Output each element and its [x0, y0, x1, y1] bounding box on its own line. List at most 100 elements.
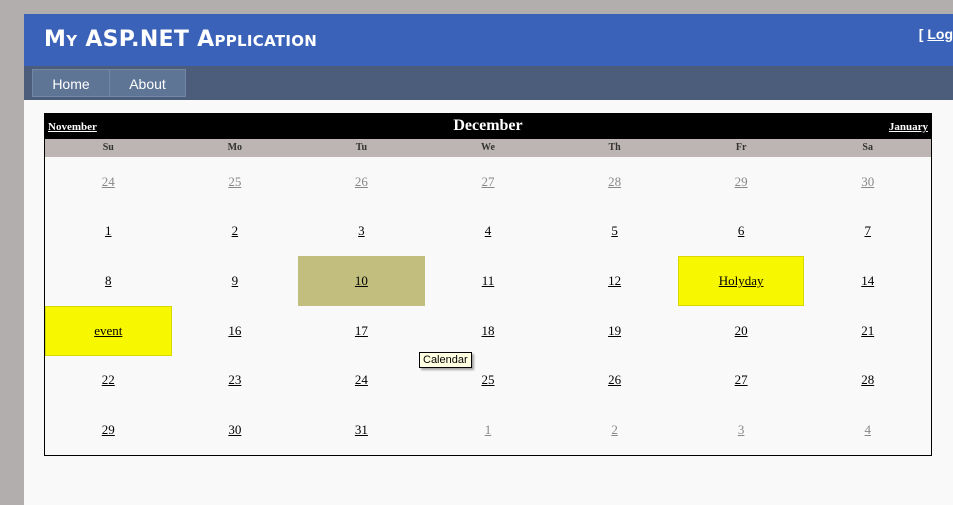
day-link[interactable]: 27 [481, 174, 494, 190]
calendar: November December January Su Mo Tu We Th Fr Sa… [44, 113, 932, 456]
event-day-cell[interactable]: event [45, 306, 172, 356]
day-link[interactable]: 30 [861, 174, 874, 190]
day-link[interactable]: 17 [355, 323, 368, 339]
day-cell[interactable]: 11 [425, 256, 552, 306]
event-day-cell[interactable]: Holyday [677, 256, 805, 306]
day-header: Sa [862, 142, 873, 153]
day-cell[interactable]: 17 [298, 306, 425, 356]
day-link[interactable]: 14 [861, 273, 874, 289]
day-cell[interactable]: 9 [172, 256, 299, 306]
app-title: My ASP.NET Application [44, 27, 318, 52]
day-cell[interactable]: 26 [298, 157, 425, 207]
day-link[interactable]: 1 [105, 223, 112, 239]
day-cell[interactable]: 29 [45, 405, 172, 455]
selected-day-cell[interactable]: 10 [298, 256, 425, 306]
day-link[interactable]: 8 [105, 273, 112, 289]
day-cell[interactable]: 19 [551, 306, 678, 356]
calendar-title-bar: November December January [45, 114, 931, 139]
day-cell[interactable]: 12 [551, 256, 678, 306]
day-link[interactable]: 30 [228, 422, 241, 438]
day-cell[interactable]: 18 [425, 306, 552, 356]
day-link[interactable]: 22 [102, 372, 115, 388]
day-link[interactable]: 25 [228, 174, 241, 190]
day-cell[interactable]: 5 [551, 207, 678, 257]
day-cell[interactable]: 27 [678, 356, 805, 406]
calendar-grid: 24 25 26 27 28 29 30 1 2 3 4 5 6 7 8 9 10 11 12 Holyday 14 ev… [45, 157, 931, 455]
day-cell[interactable]: 1 [425, 405, 552, 455]
day-link[interactable]: 6 [738, 223, 745, 239]
day-cell[interactable]: 28 [551, 157, 678, 207]
day-header: We [481, 142, 495, 153]
day-cell[interactable]: 24 [298, 356, 425, 406]
day-header: Fr [735, 142, 747, 153]
day-cell[interactable]: 1 [45, 207, 172, 257]
day-link[interactable]: 25 [481, 372, 494, 388]
day-link[interactable]: 19 [608, 323, 621, 339]
day-link[interactable]: 4 [485, 223, 492, 239]
day-cell[interactable]: 4 [804, 405, 931, 455]
day-link[interactable]: 29 [735, 174, 748, 190]
day-cell[interactable]: 26 [551, 356, 678, 406]
day-cell[interactable]: 22 [45, 356, 172, 406]
day-link[interactable]: 26 [608, 372, 621, 388]
day-cell[interactable]: 24 [45, 157, 172, 207]
day-link[interactable]: 2 [232, 223, 239, 239]
day-link[interactable]: 20 [735, 323, 748, 339]
calendar-month: December [453, 117, 523, 134]
day-cell[interactable]: 8 [45, 256, 172, 306]
day-link[interactable]: 29 [102, 422, 115, 438]
day-link[interactable]: 23 [228, 372, 241, 388]
day-link[interactable]: 26 [355, 174, 368, 190]
day-link[interactable]: 27 [735, 372, 748, 388]
day-cell[interactable]: 6 [678, 207, 805, 257]
day-link[interactable]: 3 [738, 422, 745, 438]
day-cell[interactable]: 2 [551, 405, 678, 455]
day-link[interactable]: 21 [861, 323, 874, 339]
day-cell[interactable]: 2 [172, 207, 299, 257]
next-month-link[interactable]: January [889, 121, 928, 133]
day-link[interactable]: 31 [355, 422, 368, 438]
day-link[interactable]: 7 [864, 223, 871, 239]
day-link[interactable]: 18 [481, 323, 494, 339]
day-cell[interactable]: 21 [804, 306, 931, 356]
day-cell[interactable]: 14 [804, 256, 931, 306]
day-link[interactable]: 28 [861, 372, 874, 388]
day-cell[interactable]: 4 [425, 207, 552, 257]
day-header: Su [102, 142, 114, 153]
day-cell[interactable]: 27 [425, 157, 552, 207]
day-link[interactable]: 11 [482, 273, 495, 289]
day-link[interactable]: event [94, 323, 122, 339]
day-link[interactable]: 16 [228, 323, 241, 339]
day-cell[interactable]: 16 [172, 306, 299, 356]
day-link[interactable]: 28 [608, 174, 621, 190]
nav-about[interactable]: About [109, 69, 186, 97]
day-cell[interactable]: 23 [172, 356, 299, 406]
day-cell[interactable]: 29 [678, 157, 805, 207]
day-link[interactable]: 10 [355, 273, 368, 289]
nav-home[interactable]: Home [32, 69, 110, 97]
day-cell[interactable]: 30 [172, 405, 299, 455]
day-cell[interactable]: 20 [678, 306, 805, 356]
day-cell[interactable]: 31 [298, 405, 425, 455]
main-content: November December January Su Mo Tu We Th Fr Sa… [24, 100, 953, 505]
day-link[interactable]: 2 [611, 422, 618, 438]
day-link[interactable]: 4 [864, 422, 871, 438]
day-cell[interactable]: 7 [804, 207, 931, 257]
day-link[interactable]: 5 [611, 223, 618, 239]
day-link[interactable]: 9 [232, 273, 239, 289]
login-link[interactable]: Log [927, 26, 953, 42]
day-link[interactable]: 1 [485, 422, 492, 438]
tooltip: Calendar [419, 352, 472, 368]
day-cell[interactable]: 28 [804, 356, 931, 406]
day-link[interactable]: Holyday [719, 273, 764, 289]
day-link[interactable]: 3 [358, 223, 365, 239]
day-cell[interactable]: 3 [298, 207, 425, 257]
day-cell[interactable]: 3 [678, 405, 805, 455]
day-cell[interactable]: 30 [804, 157, 931, 207]
day-link[interactable]: 12 [608, 273, 621, 289]
nav-menu: Home About [24, 66, 953, 100]
day-cell[interactable]: 25 [172, 157, 299, 207]
day-link[interactable]: 24 [355, 372, 368, 388]
day-link[interactable]: 24 [102, 174, 115, 190]
site-header: My ASP.NET Application [ Log [24, 14, 953, 66]
